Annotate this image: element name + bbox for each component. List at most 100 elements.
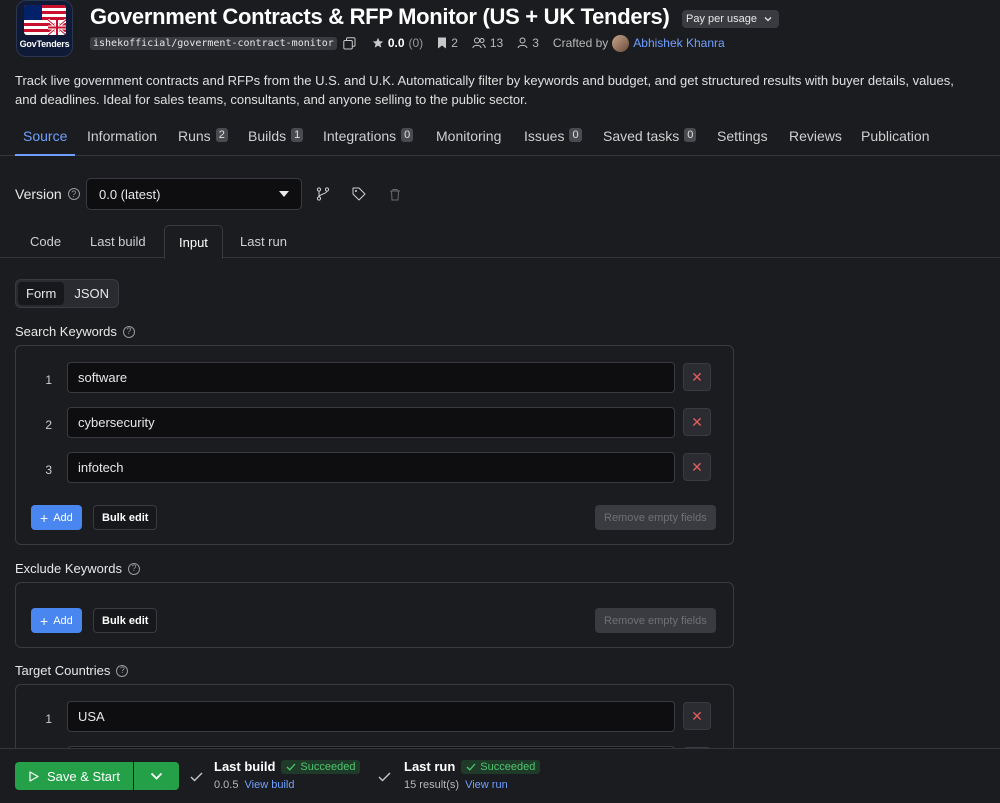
target-countries-label-text: Target Countries xyxy=(15,663,111,678)
remove-keyword-button[interactable]: ✕ xyxy=(683,363,711,391)
logo-text: GovTenders xyxy=(19,39,70,49)
save-start-button[interactable]: Save & Start xyxy=(15,762,133,790)
source-subtabs: Code Last build Input Last run xyxy=(0,225,1000,259)
last-build-title: Last build xyxy=(214,759,276,774)
last-run-results: 15 result(s) xyxy=(404,779,460,791)
tab-settings[interactable]: Settings xyxy=(717,120,768,156)
badge-text: Succeeded xyxy=(300,760,356,773)
users-count: 13 xyxy=(472,36,503,50)
target-country-input[interactable]: USA xyxy=(67,701,675,732)
last-build-version: 0.0.5 xyxy=(214,779,239,791)
last-run-succeeded-badge: Succeeded xyxy=(461,759,541,774)
subtab-code[interactable]: Code xyxy=(30,225,61,258)
monthly-users-count: 3 xyxy=(517,36,539,50)
trash-icon xyxy=(390,188,400,200)
tab-label: Builds xyxy=(248,128,287,144)
check-icon xyxy=(190,769,203,785)
badge-text: Succeeded xyxy=(480,760,536,773)
version-label: Version ? xyxy=(15,186,80,202)
actor-description: Track live government contracts and RFPs… xyxy=(15,73,954,107)
tab-saved-tasks[interactable]: Saved tasks 0 xyxy=(603,120,697,156)
tab-builds[interactable]: Builds 1 xyxy=(248,120,304,156)
chevron-down-icon xyxy=(764,17,772,22)
tab-label: Integrations xyxy=(323,128,397,144)
close-icon: ✕ xyxy=(691,413,703,430)
save-start-label: Save & Start xyxy=(47,768,120,784)
actor-slug: ishekofficial/goverment-contract-monitor xyxy=(90,36,337,50)
bulk-edit-button[interactable]: Bulk edit xyxy=(93,505,158,530)
toggle-json[interactable]: JSON xyxy=(66,282,117,305)
users-icon xyxy=(472,37,486,49)
help-icon[interactable]: ? xyxy=(67,188,80,200)
bookmark-icon xyxy=(438,37,447,49)
copy-button[interactable] xyxy=(343,36,356,50)
remove-keyword-button[interactable]: ✕ xyxy=(683,408,711,436)
remove-empty-fields-button[interactable]: Remove empty fields xyxy=(595,608,716,633)
view-run-link[interactable]: View run xyxy=(465,779,508,791)
tab-label: Reviews xyxy=(789,128,842,144)
remove-country-button[interactable]: ✕ xyxy=(683,702,711,730)
tab-runs[interactable]: Runs 2 xyxy=(178,120,228,156)
tab-information[interactable]: Information xyxy=(87,120,157,156)
tab-label: Monitoring xyxy=(436,128,502,144)
tab-issues[interactable]: Issues 0 xyxy=(524,120,582,156)
tab-source[interactable]: Source xyxy=(15,120,76,156)
tag-button[interactable] xyxy=(350,185,368,203)
search-keyword-input[interactable]: software xyxy=(67,362,675,393)
tab-count-badge: 0 xyxy=(684,128,697,142)
main-tabs: Source Information Runs 2 Builds 1 Integra… xyxy=(0,120,1000,156)
subtab-last-run[interactable]: Last run xyxy=(240,225,287,258)
last-run-title: Last run xyxy=(404,759,456,774)
delete-version-button[interactable] xyxy=(386,185,404,203)
check-icon xyxy=(286,763,296,771)
toggle-form[interactable]: Form xyxy=(18,282,65,305)
git-branch-button[interactable] xyxy=(314,185,332,203)
help-icon[interactable]: ? xyxy=(116,664,129,677)
tab-publication[interactable]: Publication xyxy=(861,120,930,156)
close-icon: ✕ xyxy=(691,368,703,385)
actor-meta-bar: ishekofficial/goverment-contract-monitor… xyxy=(90,34,725,52)
search-keyword-input[interactable]: cybersecurity xyxy=(67,407,675,438)
tab-integrations[interactable]: Integrations 0 xyxy=(323,120,414,156)
bookmarks-count: 2 xyxy=(437,36,458,50)
row-number: 3 xyxy=(45,463,52,477)
bookmarks-value: 2 xyxy=(451,36,458,50)
remove-empty-fields-button[interactable]: Remove empty fields xyxy=(595,505,716,530)
tab-monitoring[interactable]: Monitoring xyxy=(436,120,501,156)
help-icon[interactable]: ? xyxy=(127,562,140,575)
last-build-details: 0.0.5 View build xyxy=(214,779,294,791)
remove-keyword-button[interactable]: ✕ xyxy=(683,453,711,481)
version-select[interactable]: 0.0 (latest) xyxy=(86,178,302,210)
subtab-input[interactable]: Input xyxy=(164,225,223,259)
author-avatar xyxy=(612,34,630,52)
tab-label: Saved tasks xyxy=(603,128,680,144)
save-options-dropdown[interactable] xyxy=(134,762,179,790)
monthly-users-value: 3 xyxy=(532,36,539,50)
target-countries-label: Target Countries ? xyxy=(15,663,129,678)
close-icon: ✕ xyxy=(691,458,703,475)
subtab-last-build[interactable]: Last build xyxy=(90,225,146,258)
view-build-link[interactable]: View build xyxy=(245,779,295,791)
star-icon xyxy=(372,37,384,48)
crafted-by-label: Crafted by xyxy=(552,36,609,50)
add-keyword-button[interactable]: + Add xyxy=(31,505,82,530)
exclude-keywords-panel: + Add Bulk edit Remove empty fields xyxy=(15,582,734,648)
bulk-edit-button[interactable]: Bulk edit xyxy=(93,608,158,633)
tab-reviews[interactable]: Reviews xyxy=(789,120,842,156)
rating-value: 0.0 xyxy=(387,36,405,50)
tab-label: Information xyxy=(87,128,158,144)
add-exclude-keyword-button[interactable]: + Add xyxy=(31,608,82,633)
tab-count-badge: 0 xyxy=(569,128,582,142)
pricing-dropdown[interactable]: Pay per usage xyxy=(682,10,779,28)
author-link[interactable]: Abhishek Khanra xyxy=(633,36,724,50)
rating-count: (0) xyxy=(408,36,424,50)
search-keyword-input[interactable]: infotech xyxy=(67,452,675,483)
help-icon[interactable]: ? xyxy=(122,325,135,338)
last-build-succeeded-badge: Succeeded xyxy=(281,759,361,774)
version-value: 0.0 (latest) xyxy=(99,186,161,202)
tab-count-badge: 1 xyxy=(291,128,304,142)
add-label: Add xyxy=(53,511,73,524)
copy-icon xyxy=(343,36,356,49)
row-number: 1 xyxy=(45,712,52,726)
check-icon xyxy=(466,763,476,771)
